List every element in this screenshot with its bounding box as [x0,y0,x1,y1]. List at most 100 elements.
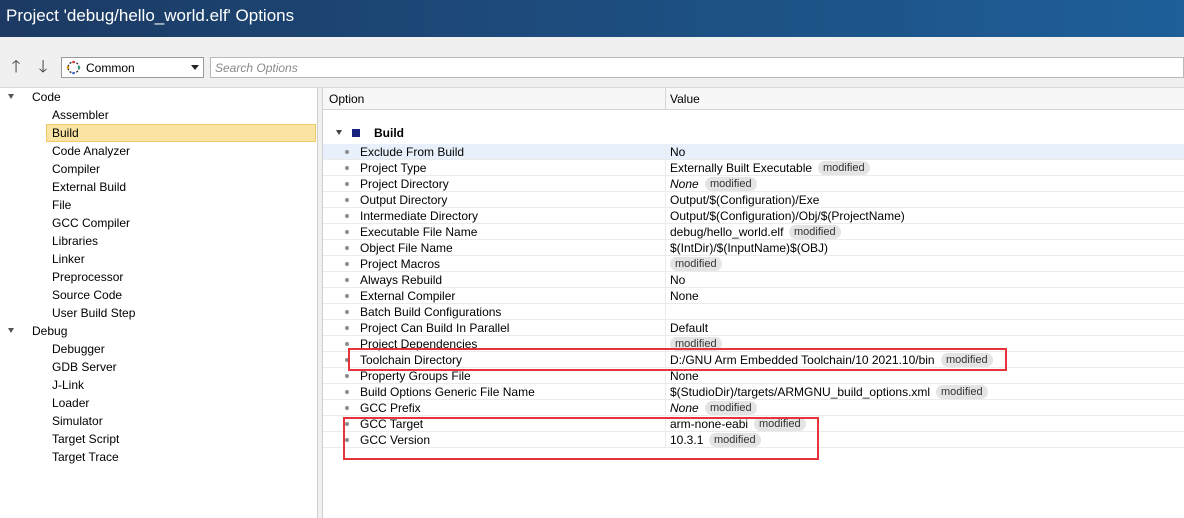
modified-badge: modified [789,225,841,239]
cell-divider [665,304,666,320]
tree-item-debugger[interactable]: Debugger [52,340,105,358]
property-name: Project Directory [360,177,449,191]
bullet-icon [345,294,349,298]
property-row[interactable]: Exclude From Build No [323,144,1184,160]
modified-badge: modified [936,385,988,399]
column-divider[interactable] [665,88,666,110]
property-name: Exclude From Build [360,145,465,159]
bullet-icon [345,310,349,314]
tree-item-build[interactable]: Build [46,124,316,142]
cell-divider [665,144,666,160]
tree-item-compiler[interactable]: Compiler [52,160,100,178]
property-value[interactable]: Output/$(Configuration)/Obj/$(ProjectNam… [670,209,905,223]
cell-divider [665,224,666,240]
property-name: Always Rebuild [360,273,443,287]
property-row[interactable]: Project Type Externally Built Executable m… [323,160,1184,176]
property-name: Property Groups File [360,369,471,383]
combo-value: Common [86,61,135,75]
property-value[interactable]: Externally Built Executable [670,161,812,175]
tree-group-label: Debug [32,324,68,338]
property-row[interactable]: Output Directory Output/$(Configuration)/… [323,192,1184,208]
column-header-value[interactable]: Value [670,92,700,106]
tree-item-gdb-server[interactable]: GDB Server [52,358,117,376]
property-value[interactable]: $(IntDir)/$(InputName)$(OBJ) [670,241,828,255]
property-name: GCC Prefix [360,401,421,415]
property-name: Output Directory [360,193,448,207]
options-category-combo[interactable]: Common [61,57,204,78]
grid-header: Option Value [323,88,1184,110]
cell-divider [665,400,666,416]
property-value[interactable]: Output/$(Configuration)/Exe [670,193,819,207]
bullet-icon [345,246,349,250]
property-row[interactable]: Batch Build Configurations [323,304,1184,320]
chevron-down-icon[interactable] [191,65,199,70]
property-row[interactable]: Project Can Build In Parallel Default [323,320,1184,336]
collapse-icon[interactable] [8,94,14,99]
tree-item-loader[interactable]: Loader [52,394,89,412]
move-up-icon[interactable]: 🡑 [7,57,25,77]
search-options-input[interactable] [210,57,1184,78]
property-row[interactable]: External Compiler None [323,288,1184,304]
options-tree: Code Assembler Build Code Analyzer Compiler E… [0,88,318,518]
tree-item-target-script[interactable]: Target Script [52,430,119,448]
tree-item-code-analyzer[interactable]: Code Analyzer [52,142,130,160]
move-down-icon[interactable]: 🡓 [34,57,52,77]
annotation-box-toolchain [348,348,1007,371]
window-title: Project 'debug/hello_world.elf' Options [6,6,295,25]
tree-item-user-build-step[interactable]: User Build Step [52,304,135,322]
tree-item-target-trace[interactable]: Target Trace [52,448,119,466]
modified-badge: modified [705,401,757,415]
modified-badge: modified [705,177,757,191]
collapse-icon[interactable] [8,328,14,333]
tree-item-preprocessor[interactable]: Preprocessor [52,268,123,286]
property-value[interactable]: debug/hello_world.elf [670,225,783,239]
collapse-icon[interactable] [336,130,342,135]
property-value[interactable]: No [670,273,685,287]
column-header-option[interactable]: Option [329,92,364,106]
bullet-icon [345,374,349,378]
property-name: Executable File Name [360,225,478,239]
bullet-icon [345,214,349,218]
property-value[interactable]: None [670,369,699,383]
property-row[interactable]: Project Directory None modified [323,176,1184,192]
cell-divider [665,320,666,336]
property-row[interactable]: Object File Name $(IntDir)/$(InputName)$(… [323,240,1184,256]
bullet-icon [345,230,349,234]
bullet-icon [345,166,349,170]
property-row[interactable]: Executable File Name debug/hello_world.el… [323,224,1184,240]
property-row[interactable]: GCC Prefix None modified [323,400,1184,416]
cell-divider [665,384,666,400]
annotation-box-gcc [343,417,819,460]
tree-item-file[interactable]: File [52,196,71,214]
property-value[interactable]: None [670,289,699,303]
property-name: Object File Name [360,241,453,255]
tree-item-source-code[interactable]: Source Code [52,286,122,304]
cell-divider [665,208,666,224]
property-value[interactable]: No [670,145,685,159]
tree-item-gcc-compiler[interactable]: GCC Compiler [52,214,130,232]
modified-badge: modified [670,257,722,271]
property-name: Project Type [360,161,427,175]
property-value[interactable]: None [670,177,699,191]
tree-item-libraries[interactable]: Libraries [52,232,98,250]
bullet-icon [345,342,349,346]
tree-item-linker[interactable]: Linker [52,250,85,268]
bullet-icon [345,406,349,410]
property-value[interactable]: None [670,401,699,415]
property-name: Intermediate Directory [360,209,479,223]
property-row[interactable]: Project Macros modified [323,256,1184,272]
tree-item-simulator[interactable]: Simulator [52,412,103,430]
tree-item-assembler[interactable]: Assembler [52,106,109,124]
title-bar: Project 'debug/hello_world.elf' Options [0,0,1184,37]
property-name: External Compiler [360,289,456,303]
property-name: Batch Build Configurations [360,305,502,319]
property-row[interactable]: Build Options Generic File Name $(StudioD… [323,384,1184,400]
property-value[interactable]: $(StudioDir)/targets/ARMGNU_build_option… [670,385,930,399]
property-value[interactable]: Default [670,321,708,335]
tree-item-external-build[interactable]: External Build [52,178,126,196]
tree-item-j-link[interactable]: J-Link [52,376,84,394]
property-row[interactable]: Always Rebuild No [323,272,1184,288]
cell-divider [665,240,666,256]
property-row[interactable]: Intermediate Directory Output/$(Configura… [323,208,1184,224]
cell-divider [665,256,666,272]
